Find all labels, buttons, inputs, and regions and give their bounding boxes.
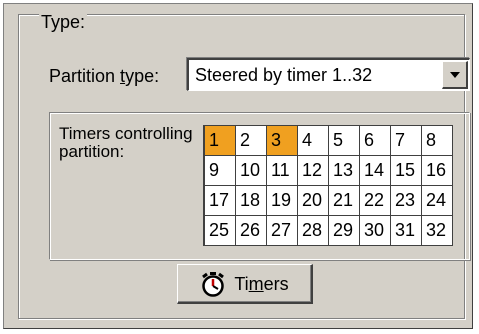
stopwatch-icon xyxy=(200,271,226,297)
timer-cell[interactable]: 8 xyxy=(422,126,453,156)
timer-cell[interactable]: 1 xyxy=(205,126,236,156)
timer-cell[interactable]: 18 xyxy=(236,186,267,216)
timer-cell[interactable]: 19 xyxy=(267,186,298,216)
timer-cell[interactable]: 14 xyxy=(360,156,391,186)
partition-type-label-part: Partition xyxy=(49,66,121,86)
timer-cell[interactable]: 3 xyxy=(267,126,298,156)
timer-cell[interactable]: 22 xyxy=(360,186,391,216)
timer-cell[interactable]: 26 xyxy=(236,216,267,246)
partition-type-label: Partition type: xyxy=(49,65,159,87)
timers-button-label-part: Ti xyxy=(234,273,249,294)
timer-cell[interactable]: 6 xyxy=(360,126,391,156)
timers-controlling-label: Timers controlling partition: xyxy=(59,124,193,161)
partition-type-label-part-2: ype: xyxy=(125,66,160,86)
timers-grid: 1 2 3 4 5 6 7 8 9 10 11 12 13 14 15 16 17 18 19 20 21 22 23 24 2… xyxy=(203,125,453,246)
timer-cell[interactable]: 10 xyxy=(236,156,267,186)
timer-cell[interactable]: 23 xyxy=(391,186,422,216)
timer-cell[interactable]: 16 xyxy=(422,156,453,186)
partition-type-panel: Type: Partition type: Steered by timer 1… xyxy=(3,3,473,329)
timer-cell[interactable]: 9 xyxy=(205,156,236,186)
timer-cell[interactable]: 25 xyxy=(205,216,236,246)
timer-cell[interactable]: 32 xyxy=(422,216,453,246)
timer-cell[interactable]: 29 xyxy=(329,216,360,246)
timers-frame: Timers controlling partition: 1234567891… xyxy=(49,112,470,260)
timer-cell[interactable]: 28 xyxy=(298,216,329,246)
timers-button-label-part-2: ers xyxy=(263,273,289,294)
timer-cell[interactable]: 11 xyxy=(267,156,298,186)
timer-cell[interactable]: 30 xyxy=(360,216,391,246)
timers-button[interactable]: Timers xyxy=(177,264,313,304)
timer-cell[interactable]: 2 xyxy=(236,126,267,156)
timer-cell[interactable]: 31 xyxy=(391,216,422,246)
timer-cell[interactable]: 17 xyxy=(205,186,236,216)
timer-cell[interactable]: 15 xyxy=(391,156,422,186)
timer-cell[interactable]: 12 xyxy=(298,156,329,186)
type-group-legend: Type: xyxy=(39,12,88,32)
timers-button-label-accel: m xyxy=(248,273,264,294)
timers-button-label: Timers xyxy=(234,273,288,295)
timer-cell[interactable]: 21 xyxy=(329,186,360,216)
timer-cell[interactable]: 5 xyxy=(329,126,360,156)
timer-cell[interactable]: 4 xyxy=(298,126,329,156)
partition-type-dropdown-button[interactable] xyxy=(442,61,468,89)
timer-cell[interactable]: 24 xyxy=(422,186,453,216)
partition-type-combobox[interactable]: Steered by timer 1..32 xyxy=(187,58,470,91)
chevron-down-icon xyxy=(449,71,460,78)
timer-cell[interactable]: 7 xyxy=(391,126,422,156)
timer-cell[interactable]: 13 xyxy=(329,156,360,186)
partition-type-value: Steered by timer 1..32 xyxy=(195,65,373,85)
timer-cell[interactable]: 27 xyxy=(267,216,298,246)
timer-cell[interactable]: 20 xyxy=(298,186,329,216)
